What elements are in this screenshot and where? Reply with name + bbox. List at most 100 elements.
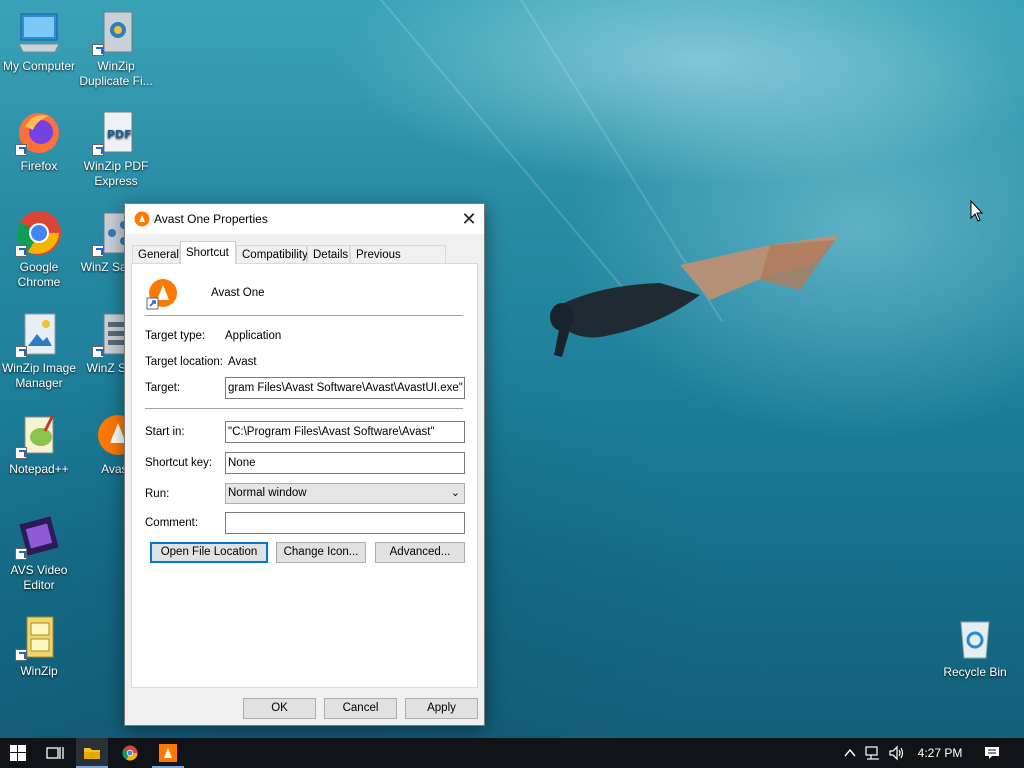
notepad-plus-plus-icon: [15, 411, 63, 459]
start-in-label: Start in:: [145, 426, 185, 438]
chevron-up-icon: [844, 748, 856, 757]
notification-icon: [985, 747, 999, 759]
network-button[interactable]: [862, 738, 884, 768]
target-location-value: Avast: [228, 356, 257, 368]
windows-icon: [10, 745, 26, 761]
mouse-cursor-icon: [970, 200, 984, 222]
desktop-icon-firefox[interactable]: Firefox: [1, 108, 77, 174]
desktop-icon-label: WinZip Duplicate Fi...: [79, 59, 153, 88]
run-label: Run:: [145, 488, 170, 500]
separator: [145, 315, 463, 316]
open-file-location-button[interactable]: Open File Location: [150, 542, 268, 563]
shortcut-arrow-icon: [15, 245, 27, 257]
shortcut-arrow-icon: [92, 346, 104, 358]
desktop-icon-winzip[interactable]: WinZip: [1, 613, 77, 679]
chrome-icon: [15, 209, 63, 257]
run-select-value: Normal window: [228, 487, 307, 499]
properties-dialog: Avast One Properties ✕ General Shortcut …: [124, 203, 485, 726]
close-button[interactable]: ✕: [454, 204, 484, 234]
target-field[interactable]: gram Files\Avast Software\Avast\AvastUI.…: [225, 377, 465, 399]
tab-details[interactable]: Details: [307, 245, 350, 263]
volume-button[interactable]: [886, 738, 908, 768]
desktop-icon-google-chrome[interactable]: Google Chrome: [1, 209, 77, 290]
shortcut-arrow-icon: [92, 245, 104, 257]
ok-button[interactable]: OK: [243, 698, 316, 719]
shortcut-arrow-icon: [15, 548, 27, 560]
diver-figure: [550, 235, 840, 357]
network-icon: [865, 746, 879, 760]
folder-icon: [84, 748, 100, 759]
taskbar-file-explorer[interactable]: [76, 738, 108, 768]
taskbar-chrome[interactable]: [114, 738, 146, 768]
start-in-field[interactable]: "C:\Program Files\Avast Software\Avast": [225, 421, 465, 443]
winzip-duplicate-icon: [92, 8, 140, 56]
tab-compatibility[interactable]: Compatibility: [236, 245, 308, 263]
desktop-icon-label: WinZip PDF Express: [83, 159, 149, 188]
desktop-icon-label: Recycle Bin: [943, 665, 1007, 679]
computer-icon: [15, 8, 63, 56]
desktop-icon-label: WinZip: [20, 664, 58, 678]
desktop-icon-label: WinZip Image Manager: [1, 361, 77, 390]
desktop-icon-label: Notepad++: [9, 462, 69, 476]
shortcut-arrow-icon: [15, 346, 27, 358]
shortcut-tab-panel: Avast One Target type: Application Targe…: [131, 263, 478, 688]
close-icon: ✕: [461, 209, 477, 229]
task-view-button[interactable]: [38, 738, 72, 768]
avast-icon: [134, 211, 150, 227]
speaker-icon: [889, 745, 904, 761]
comment-label: Comment:: [145, 517, 199, 529]
desktop-icon-winzip-pdf-express[interactable]: PDF WinZip PDF Express: [78, 108, 154, 189]
chrome-icon: [122, 745, 138, 761]
shortcut-arrow-icon: [15, 144, 27, 156]
tab-previous-versions[interactable]: Previous Versions: [350, 245, 446, 279]
dialog-title: Avast One Properties: [154, 212, 268, 226]
tab-shortcut[interactable]: Shortcut: [180, 241, 236, 264]
apply-button[interactable]: Apply: [405, 698, 478, 719]
desktop-icon-label: AVS Video Editor: [10, 563, 68, 592]
avast-app-icon: [146, 279, 177, 310]
action-center-button[interactable]: [978, 738, 1006, 768]
start-button[interactable]: [0, 738, 36, 768]
separator: [145, 408, 463, 409]
taskbar: 4:27 PM: [0, 738, 1024, 768]
avast-icon: [159, 744, 177, 762]
desktop-icon-label: Google Chrome: [17, 260, 61, 289]
dialog-titlebar[interactable]: Avast One Properties ✕: [125, 204, 484, 234]
winzip-image-manager-icon: [15, 310, 63, 358]
task-view-icon: [46, 747, 64, 759]
target-type-value: Application: [225, 330, 282, 342]
shortcut-key-label: Shortcut key:: [145, 457, 213, 469]
shortcut-arrow-icon: [92, 144, 104, 156]
comment-field[interactable]: [225, 512, 465, 534]
run-select[interactable]: Normal window ⌄: [225, 483, 465, 504]
desktop-icon-label: Firefox: [20, 159, 58, 173]
desktop-icon-avs-video-editor[interactable]: AVS Video Editor: [1, 512, 77, 593]
desktop-icon-winzip-duplicate-files[interactable]: WinZip Duplicate Fi...: [78, 8, 154, 89]
app-name: Avast One: [211, 287, 265, 299]
shortcut-arrow-icon: [15, 447, 27, 459]
desktop-icon-label: My Computer: [2, 59, 76, 73]
desktop-icon-winzip-image-manager[interactable]: WinZip Image Manager: [1, 310, 77, 391]
desktop-icon-recycle-bin[interactable]: Recycle Bin: [937, 614, 1013, 680]
svg-text:PDF: PDF: [107, 128, 132, 141]
taskbar-clock[interactable]: 4:27 PM: [910, 738, 970, 768]
shortcut-arrow-icon: [15, 649, 27, 661]
shortcut-arrow-icon: [92, 44, 104, 56]
advanced-button[interactable]: Advanced...: [375, 542, 465, 563]
firefox-icon: [15, 108, 63, 156]
winzip-icon: [15, 613, 63, 661]
desktop-icon-my-computer[interactable]: My Computer: [1, 8, 77, 74]
tab-general[interactable]: General: [132, 245, 180, 263]
change-icon-button[interactable]: Change Icon...: [276, 542, 366, 563]
shortcut-key-field[interactable]: None: [225, 452, 465, 474]
target-location-label: Target location:: [145, 356, 223, 368]
chevron-down-icon: ⌄: [450, 487, 460, 499]
show-hidden-icons-button[interactable]: [840, 738, 860, 768]
target-type-label: Target type:: [145, 330, 206, 342]
avs-video-editor-icon: [15, 512, 63, 560]
desktop-icon-notepad-plus-plus[interactable]: Notepad++: [1, 411, 77, 477]
cancel-button[interactable]: Cancel: [324, 698, 397, 719]
taskbar-avast[interactable]: [152, 738, 184, 768]
pdf-icon: PDF: [92, 108, 140, 156]
target-label: Target:: [145, 382, 181, 394]
